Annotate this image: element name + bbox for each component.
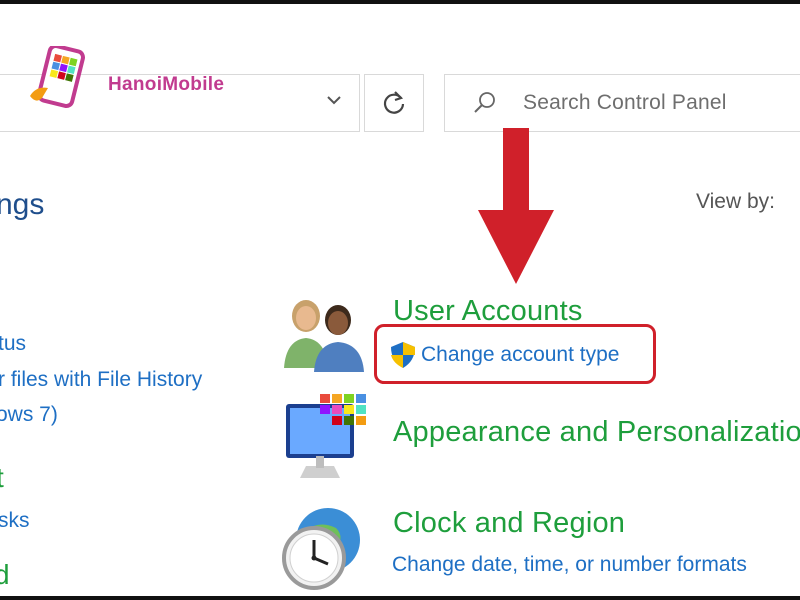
search-icon: [471, 89, 499, 122]
chevron-down-icon[interactable]: [319, 89, 349, 119]
control-panel-window: Search Control Panel HanoiMobile ngs Vie…: [0, 0, 800, 600]
category-title-appearance[interactable]: Appearance and Personalizatio: [393, 416, 800, 449]
left-link-1[interactable]: tus: [0, 332, 26, 356]
monitor-icon[interactable]: [284, 394, 370, 486]
phone-logo-icon: [30, 43, 85, 109]
search-placeholder: Search Control Panel: [523, 91, 727, 114]
left-link-3[interactable]: ows 7): [0, 403, 58, 427]
refresh-icon: [383, 91, 405, 114]
category-title-clock-region[interactable]: Clock and Region: [393, 507, 625, 540]
users-icon[interactable]: [282, 296, 368, 372]
left-category-title-2[interactable]: d: [0, 559, 10, 591]
clock-globe-icon[interactable]: [276, 502, 368, 594]
logo-text: HanoiMobile: [108, 74, 225, 95]
change-formats-link[interactable]: Change date, time, or number formats: [392, 553, 747, 577]
left-link-2[interactable]: r files with File History: [0, 368, 202, 392]
page-heading: ngs: [0, 188, 45, 221]
red-arrow-annotation: [478, 128, 554, 284]
refresh-button[interactable]: [364, 74, 424, 132]
left-category-title-1[interactable]: t: [0, 462, 4, 494]
view-by-label: View by:: [696, 190, 775, 213]
left-link-4[interactable]: sks: [0, 509, 30, 533]
red-highlight-annotation: [374, 324, 656, 384]
search-box[interactable]: Search Control Panel: [444, 74, 800, 132]
hanoimobile-logo: HanoiMobile: [26, 43, 246, 110]
